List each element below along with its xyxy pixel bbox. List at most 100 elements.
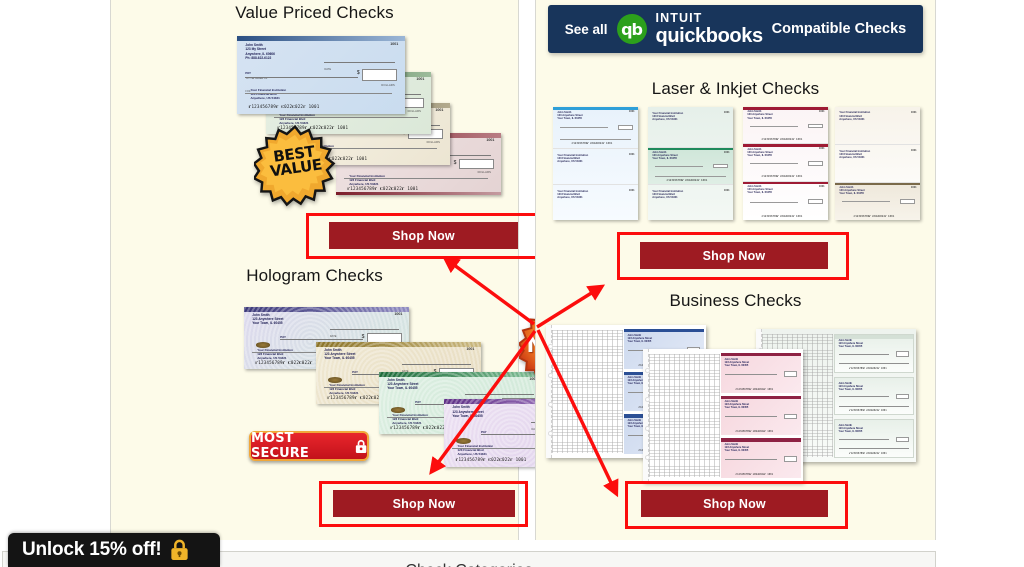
badge-most-secure: MOST SECURE xyxy=(249,431,369,461)
intuit-label: INTUIT xyxy=(655,11,703,26)
unlock-discount-label: Unlock 15% off! xyxy=(22,539,162,560)
shop-now-button-laser-inkjet[interactable]: Shop Now xyxy=(640,242,828,269)
check-seal-icon xyxy=(455,437,471,444)
stub-payer: John Smith 123 Anywhere Street Your Town… xyxy=(839,186,865,196)
stub-number: 1001 xyxy=(628,153,635,157)
stub-payer: Your Financial Institution 123 Financial… xyxy=(652,111,684,122)
check-date-label: DATE xyxy=(324,68,332,72)
bcheck-payer: John Smith 123 Anywhere Street Your Town… xyxy=(627,333,653,343)
stub-payer: Your Financial Institution 123 Financial… xyxy=(557,153,589,164)
stub-number: 1001 xyxy=(910,185,917,189)
stub-number: 1001 xyxy=(723,189,730,193)
stub-micr: ⑈123456789⑈ ⑆022⑆022⑈ 1001 xyxy=(761,175,803,179)
check-seal-icon xyxy=(390,407,406,413)
panel-left-categories: Value Priced Checks 1001 DATE $ DOLLARS … xyxy=(110,0,612,540)
page-root: Value Priced Checks 1001 DATE $ DOLLARS … xyxy=(0,0,1024,567)
badge-most-secure-label: MOST SECURE xyxy=(251,431,309,461)
laser-sheet-tan: Your Financial Institution 123 Financial… xyxy=(835,107,920,220)
stub-payer: John Smith 123 Anywhere Street Your Town… xyxy=(747,147,773,157)
stub-micr: ⑈123456789⑈ ⑆022⑆022⑈ 1001 xyxy=(571,142,613,146)
check-payer-block: John Smith 123 My Street Anywhere, IL 60… xyxy=(245,43,275,61)
check-micr: ⑈123456789⑈ ⑆022⑆022⑈ 1001 xyxy=(455,457,527,463)
stub-micr: ⑈123456789⑈ ⑆022⑆022⑈ 1001 xyxy=(853,214,895,218)
stub-number: 1001 xyxy=(818,184,825,188)
dollar-sign-icon: $ xyxy=(453,160,457,167)
bcheck-micr: ⑈123456789⑈ ⑆022⑆022⑈ 1001 xyxy=(849,366,887,370)
banner-see-all-label: See all xyxy=(564,21,608,37)
stub-number: 1001 xyxy=(910,111,917,115)
check-amount-box xyxy=(362,68,398,82)
bcheck-payer: John Smith 123 Anywhere Street Your Town… xyxy=(838,424,863,434)
quickbooks-logo-icon: qb xyxy=(616,14,647,44)
stub-micr: ⑈123456789⑈ ⑆022⑆022⑈ 1001 xyxy=(666,178,708,182)
check-payer-block: John Smith 123 Anywhere Street Your Town… xyxy=(252,312,284,326)
dollar-sign-icon: $ xyxy=(361,334,365,341)
check-pay-label: PAY xyxy=(245,71,252,76)
check-micr: ⑈123456789⑈ ⑆022⑆022⑈ 1001 xyxy=(347,185,419,191)
shop-now-button-value-priced[interactable]: Shop Now xyxy=(329,222,518,249)
shop-now-button-business[interactable]: Shop Now xyxy=(641,490,828,517)
stub-payer: Your Financial Institution 123 Financial… xyxy=(839,149,871,160)
stub-payer: Your Financial Institution 123 Financial… xyxy=(557,189,589,200)
stub-number: 1001 xyxy=(723,150,730,154)
laser-sheet-green: Your Financial Institution 123 Financial… xyxy=(648,107,733,220)
category-title-laser-inkjet: Laser & Inkjet Checks xyxy=(651,79,820,98)
check-payer-block: John Smith 123 Anywhere Street Your Town… xyxy=(387,377,419,391)
check-seal-icon xyxy=(327,377,343,383)
check-number: 1001 xyxy=(416,76,425,81)
check-number: 1001 xyxy=(435,107,444,112)
stub-number: 1001 xyxy=(818,147,825,151)
lock-icon xyxy=(170,539,188,561)
stub-payer: John Smith 123 Anywhere Street Your Town… xyxy=(747,110,773,120)
check-micr: ⑈123456789⑈ ⑆022⑆022⑈ 1001 xyxy=(248,103,320,109)
bcheck-payer: John Smith 123 Anywhere Street Your Town… xyxy=(724,442,750,452)
bcheck-payer: John Smith 123 Anywhere Street Your Town… xyxy=(838,381,863,391)
panel-right-categories: Laser & Inkjet Checks John Smith 123 Any… xyxy=(535,0,936,540)
stub-payer: John Smith 123 Anywhere Street Your Town… xyxy=(652,150,678,161)
check-dollars-label: DOLLARS xyxy=(426,141,441,145)
stub-number: 1001 xyxy=(818,109,825,113)
unlock-discount-tab[interactable]: Unlock 15% off! xyxy=(8,533,220,567)
stub-micr: ⑈123456789⑈ ⑆022⑆022⑈ 1001 xyxy=(761,214,803,218)
bcheck-micr: ⑈123456789⑈ ⑆022⑆022⑈ 1001 xyxy=(735,430,774,434)
stub-number: 1001 xyxy=(628,189,635,193)
check-dollars-label: DOLLARS xyxy=(381,84,395,88)
check-payer-block: John Smith 123 Anywhere Street Your Town… xyxy=(324,347,356,361)
category-title-business: Business Checks xyxy=(669,291,802,310)
check-number: 1001 xyxy=(394,311,403,316)
bcheck-micr: ⑈123456789⑈ ⑆022⑆022⑈ 1001 xyxy=(849,451,887,455)
bcheck-payer: John Smith 123 Anywhere Street Your Town… xyxy=(724,357,750,367)
check-amount-box xyxy=(458,159,494,169)
stub-payer: John Smith 123 Anywhere Street Your Town… xyxy=(747,185,773,195)
laser-sheet-blue: John Smith 123 Anywhere Street Your Town… xyxy=(553,107,638,220)
stub-payer: Your Financial Institution 123 Financial… xyxy=(652,189,684,200)
check-bank-block: Your Financial Institution 123 Financial… xyxy=(457,444,494,456)
quickbooks-wordmark: INTUIT quickbooks xyxy=(655,11,764,47)
check-number: 1001 xyxy=(486,137,495,142)
category-title-value-priced: Value Priced Checks xyxy=(235,3,394,22)
stub-number: 1001 xyxy=(910,149,917,153)
shop-now-button-hologram[interactable]: Shop Now xyxy=(333,490,515,517)
laser-sheet-burgundy: John Smith 123 Anywhere Street Your Town… xyxy=(743,107,828,220)
check-date-label: DATE xyxy=(329,334,337,338)
lock-icon xyxy=(355,439,367,453)
business-sheet-pink: John Smith 123 Anywhere Street Your Town… xyxy=(643,349,803,482)
check-number: 1001 xyxy=(466,346,475,351)
stub-payer: John Smith 123 Anywhere Street Your Town… xyxy=(557,110,583,121)
bcheck-micr: ⑈123456789⑈ ⑆022⑆022⑈ 1001 xyxy=(735,473,774,477)
quickbooks-compatible-banner[interactable]: See all qb INTUIT quickbooks Compatible … xyxy=(548,5,923,53)
check-number: 1001 xyxy=(390,42,399,47)
check-image-value-1: John Smith 123 My Street Anywhere, IL 60… xyxy=(237,36,405,114)
stub-number: 1001 xyxy=(723,111,730,115)
quickbooks-label: quickbooks xyxy=(655,24,764,47)
stub-payer: Your Financial Institution 123 Financial… xyxy=(839,111,871,121)
dollar-sign-icon: $ xyxy=(356,70,360,77)
badge-best-value: BEST VALUE xyxy=(254,125,336,207)
banner-compatible-label: Compatible Checks xyxy=(771,21,907,37)
bcheck-micr: ⑈123456789⑈ ⑆022⑆022⑈ 1001 xyxy=(735,387,774,391)
bcheck-payer: John Smith 123 Anywhere Street Your Town… xyxy=(838,338,863,348)
bcheck-micr: ⑈123456789⑈ ⑆022⑆022⑈ 1001 xyxy=(849,409,887,413)
check-pay-label: PAY xyxy=(480,429,487,434)
bcheck-payer: John Smith 123 Anywhere Street Your Town… xyxy=(724,400,750,410)
check-dollars-label: DOLLARS xyxy=(407,110,422,114)
